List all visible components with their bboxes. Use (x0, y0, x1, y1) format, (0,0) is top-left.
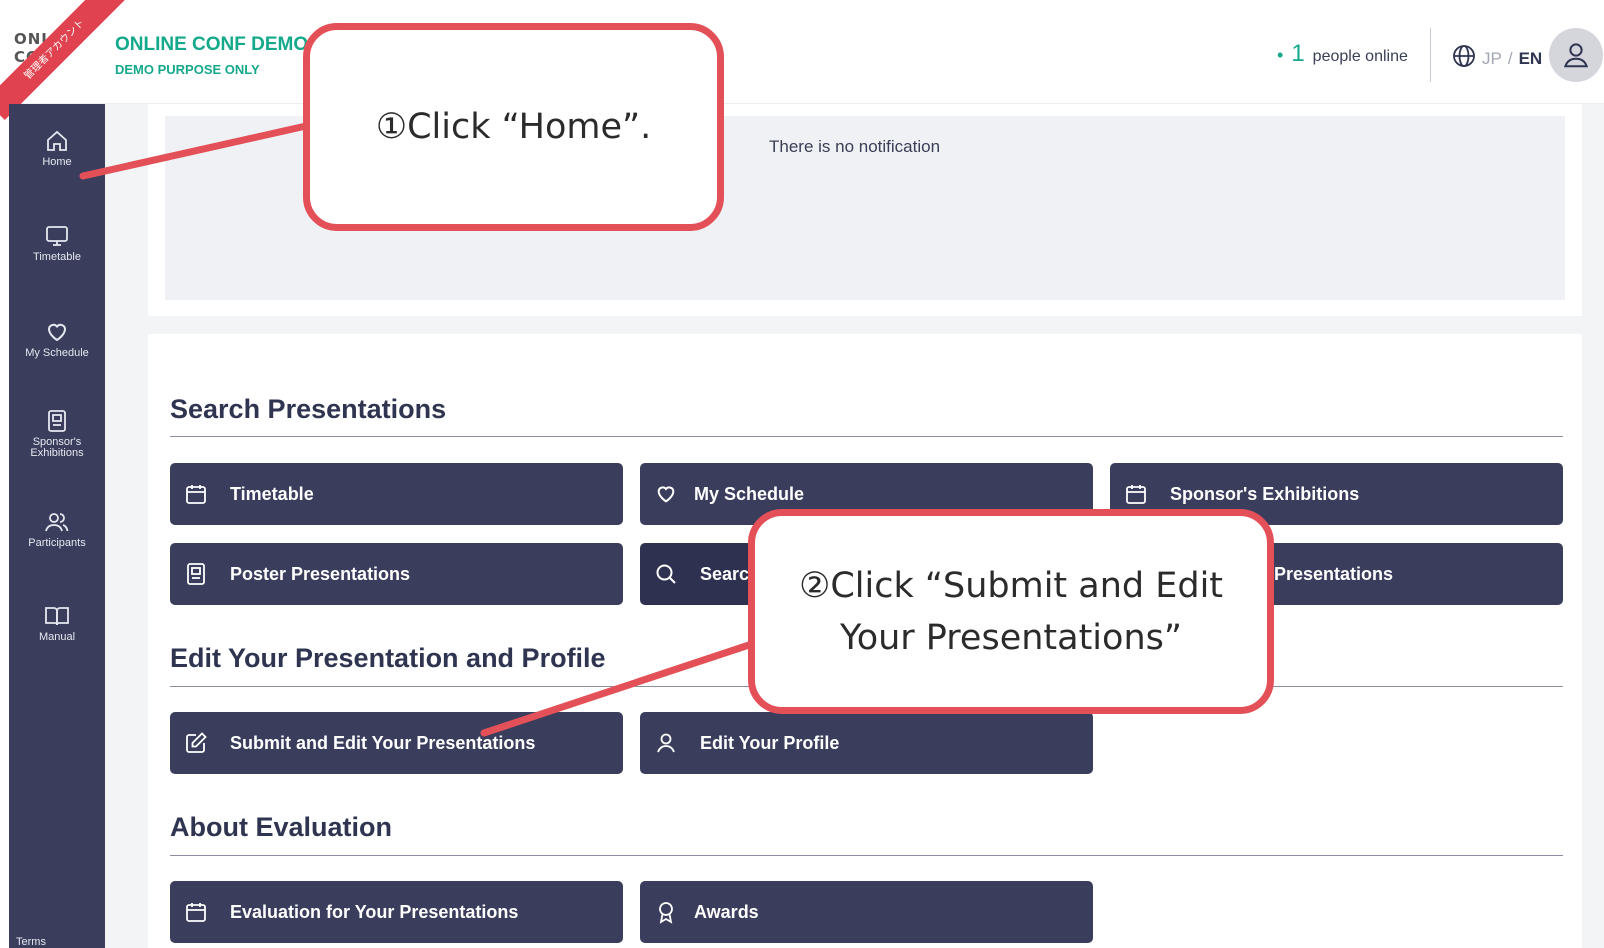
poster-icon (48, 410, 66, 432)
book-icon (45, 607, 69, 626)
heart-icon (654, 482, 678, 506)
home-icon (47, 130, 67, 151)
tile-label: Evaluation for Your Presentations (230, 901, 519, 922)
user-icon (654, 731, 678, 755)
sidebar-item-participants[interactable]: Participants (9, 510, 105, 549)
online-count: 1 (1291, 40, 1305, 67)
monitor-icon (46, 226, 68, 246)
callout-step-2: ②Click “Submit and Edit Your Presentatio… (748, 509, 1274, 714)
people-icon (45, 513, 69, 532)
tile-label: Searc (700, 563, 750, 584)
tile-label: Timetable (230, 483, 314, 504)
sidebar-item-label: My Schedule (25, 347, 89, 359)
tile-label: Awards (694, 901, 759, 922)
section-title-edit: Edit Your Presentation and Profile (170, 643, 606, 673)
sidebar-item-label: Timetable (33, 251, 81, 263)
sidebar-item-timetable[interactable]: Timetable (9, 224, 105, 263)
sidebar-item-my-schedule[interactable]: My Schedule (9, 320, 105, 359)
calendar-icon (184, 900, 208, 924)
brand-title: ONLINE CONF DEMO (115, 34, 309, 55)
sidebar-item-label: Home (42, 156, 72, 168)
search-icon (654, 562, 678, 586)
submit-edit-presentations-button[interactable]: Submit and Edit Your Presentations (170, 712, 623, 774)
lang-separator: / (1507, 48, 1513, 68)
header-divider (1430, 28, 1431, 82)
poster-icon (184, 562, 208, 586)
top-header: ONLINE CONF 管理者アカウント ONLINE CONF DEMO DE… (0, 0, 1604, 121)
user-avatar-button[interactable] (1549, 28, 1603, 82)
sidebar-item-sponsors-exhibitions[interactable]: Sponsor's Exhibitions (9, 409, 105, 459)
notification-empty-text: There is no notification (769, 137, 941, 156)
sidebar-nav: Home Timetable My Schedule Sponsor's Exh… (9, 104, 105, 948)
online-counter: • 1 people online (1277, 40, 1408, 68)
section-divider (170, 855, 1563, 856)
tile-label: Presentations (1274, 563, 1394, 584)
online-label: people online (1312, 48, 1408, 65)
tile-label: Edit Your Profile (700, 732, 840, 753)
sidebar-item-manual[interactable]: Manual (9, 604, 105, 643)
edit-profile-button[interactable]: Edit Your Profile (640, 712, 1093, 774)
calendar-icon (184, 482, 208, 506)
heart-icon (47, 323, 67, 342)
language-switcher[interactable]: JP / EN (1452, 44, 1542, 73)
tile-label: Sponsor's Exhibitions (1170, 483, 1360, 504)
terms-link[interactable]: Terms (16, 936, 46, 948)
section-title-search: Search Presentations (170, 394, 447, 424)
timetable-button[interactable]: Timetable (170, 463, 623, 525)
section-divider (170, 436, 1563, 437)
callout-step-1: ①Click “Home”. (303, 23, 724, 231)
sidebar-item-home[interactable]: Home (9, 129, 105, 168)
award-icon (654, 900, 678, 924)
globe-icon (1452, 44, 1476, 73)
sidebar-item-label: Participants (28, 537, 86, 549)
lang-en-option[interactable]: EN (1519, 49, 1543, 69)
calendar-icon (1124, 482, 1148, 506)
tile-label: Poster Presentations (230, 563, 411, 584)
edit-icon (184, 731, 208, 755)
evaluation-button[interactable]: Evaluation for Your Presentations (170, 881, 623, 943)
callout-step-1-text: ①Click “Home”. (375, 107, 652, 147)
callout-step-2-line-1: ②Click “Submit and Edit (798, 565, 1224, 606)
brand: ONLINE CONF DEMO DEMO PURPOSE ONLY (115, 34, 308, 77)
awards-button[interactable]: Awards (640, 881, 1093, 943)
lang-jp-option[interactable]: JP (1482, 49, 1502, 69)
sidebar-item-label: Manual (38, 631, 76, 643)
online-status-dot: • (1277, 45, 1284, 65)
section-title-evaluation: About Evaluation (170, 812, 392, 842)
tile-label: My Schedule (694, 483, 805, 504)
brand-subtitle: DEMO PURPOSE ONLY (115, 62, 260, 77)
poster-presentations-button[interactable]: Poster Presentations (170, 543, 623, 605)
tile-label: Submit and Edit Your Presentations (230, 732, 536, 753)
sidebar-item-label: Sponsor's Exhibitions (30, 436, 84, 459)
callout-step-2-line-2: Your Presentations” (839, 617, 1182, 658)
user-icon (1563, 43, 1589, 68)
